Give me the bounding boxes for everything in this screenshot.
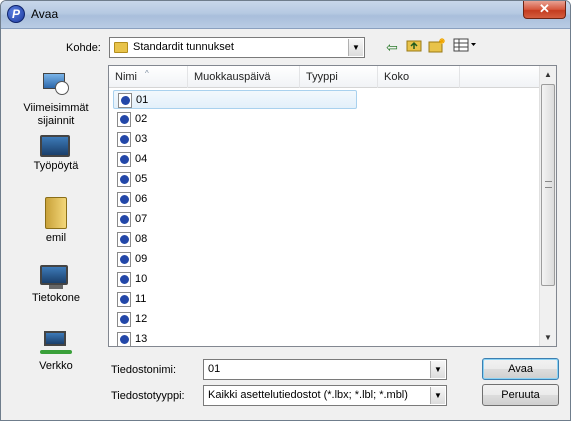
- location-label: Kohde:: [66, 42, 101, 54]
- scroll-up-icon[interactable]: ▲: [540, 66, 556, 83]
- filename-input[interactable]: 01 ▼: [203, 359, 447, 380]
- label-file-icon: [117, 172, 131, 187]
- file-row[interactable]: 10: [113, 270, 357, 289]
- column-size[interactable]: Koko: [378, 66, 460, 88]
- filetype-select[interactable]: Kaikki asettelutiedostot (*.lbx; *.lbl; …: [203, 385, 447, 406]
- close-button[interactable]: ✕: [523, 1, 566, 19]
- place-recent[interactable]: Viimeisimmät sijainnit: [6, 69, 106, 128]
- label-file-icon: [117, 132, 131, 147]
- file-row[interactable]: 09: [113, 250, 357, 269]
- file-row[interactable]: 12: [113, 310, 357, 329]
- label-file-icon: [117, 332, 131, 346]
- place-computer[interactable]: Tietokone: [6, 265, 106, 305]
- label-file-icon: [117, 192, 131, 207]
- vertical-scrollbar[interactable]: ▲ ▼: [539, 66, 556, 346]
- file-row[interactable]: 01: [113, 90, 357, 109]
- location-value: Standardit tunnukset: [133, 41, 234, 53]
- user-folder-icon: [45, 197, 67, 229]
- location-combo[interactable]: Standardit tunnukset ▼: [109, 37, 365, 58]
- file-row[interactable]: 03: [113, 130, 357, 149]
- folder-icon: [114, 41, 128, 53]
- new-folder-icon[interactable]: [427, 37, 447, 57]
- filetype-label: Tiedostotyyppi:: [111, 390, 185, 402]
- scroll-thumb[interactable]: [541, 84, 555, 286]
- file-row[interactable]: 08: [113, 230, 357, 249]
- label-file-icon: [117, 312, 131, 327]
- open-button[interactable]: Avaa: [482, 358, 559, 380]
- place-network[interactable]: Verkko: [6, 331, 106, 373]
- open-dialog: P Avaa ✕ Kohde: Standardit tunnukset ▼ ⇦…: [0, 0, 571, 421]
- column-header: Nimi ^ Muokkauspäivä Tyyppi Koko: [109, 66, 541, 88]
- place-label: Työpöytä: [33, 160, 79, 172]
- scroll-down-icon[interactable]: ▼: [540, 329, 556, 346]
- place-label: Verkko: [39, 360, 73, 372]
- file-list[interactable]: Nimi ^ Muokkauspäivä Tyyppi Koko 01 02 0…: [108, 65, 557, 347]
- network-icon: [40, 331, 72, 357]
- app-icon: P: [7, 5, 25, 23]
- file-row[interactable]: 13: [113, 330, 357, 346]
- file-row[interactable]: 02: [113, 110, 357, 129]
- desktop-icon: [40, 135, 72, 157]
- label-file-icon: [117, 212, 131, 227]
- file-row[interactable]: 07: [113, 210, 357, 229]
- place-label: emil: [45, 232, 67, 244]
- place-label: Tietokone: [32, 292, 80, 304]
- file-row[interactable]: 11: [113, 290, 357, 309]
- up-folder-icon[interactable]: [404, 37, 424, 57]
- window-title: Avaa: [31, 7, 59, 21]
- label-file-icon: [117, 112, 131, 127]
- column-modified[interactable]: Muokkauspäivä: [188, 66, 300, 88]
- back-icon[interactable]: ⇦: [382, 37, 402, 57]
- label-file-icon: [117, 272, 131, 287]
- filename-label: Tiedostonimi:: [111, 364, 177, 376]
- label-file-icon: [117, 252, 131, 267]
- cancel-button[interactable]: Peruuta: [482, 384, 559, 406]
- places-bar: Viimeisimmät sijainnit Työpöytä emil Tie…: [6, 63, 106, 372]
- title-bar: P Avaa ✕: [1, 1, 570, 29]
- view-menu-icon[interactable]: [452, 37, 478, 57]
- recent-places-icon: [41, 69, 71, 99]
- label-file-icon: [118, 93, 132, 108]
- chevron-down-icon[interactable]: ▼: [430, 361, 445, 378]
- place-label: Viimeisimmät sijainnit: [23, 102, 89, 127]
- place-desktop[interactable]: Työpöytä: [6, 135, 106, 173]
- chevron-down-icon[interactable]: ▼: [430, 387, 445, 404]
- computer-icon: [40, 265, 72, 289]
- file-row[interactable]: 06: [113, 190, 357, 209]
- label-file-icon: [117, 292, 131, 307]
- column-type[interactable]: Tyyppi: [300, 66, 378, 88]
- file-row[interactable]: 05: [113, 170, 357, 189]
- file-row[interactable]: 04: [113, 150, 357, 169]
- place-user[interactable]: emil: [6, 197, 106, 245]
- column-name[interactable]: Nimi ^: [109, 66, 188, 88]
- label-file-icon: [117, 152, 131, 167]
- chevron-down-icon[interactable]: ▼: [348, 39, 363, 56]
- sort-ascending-icon: ^: [145, 69, 149, 78]
- label-file-icon: [117, 232, 131, 247]
